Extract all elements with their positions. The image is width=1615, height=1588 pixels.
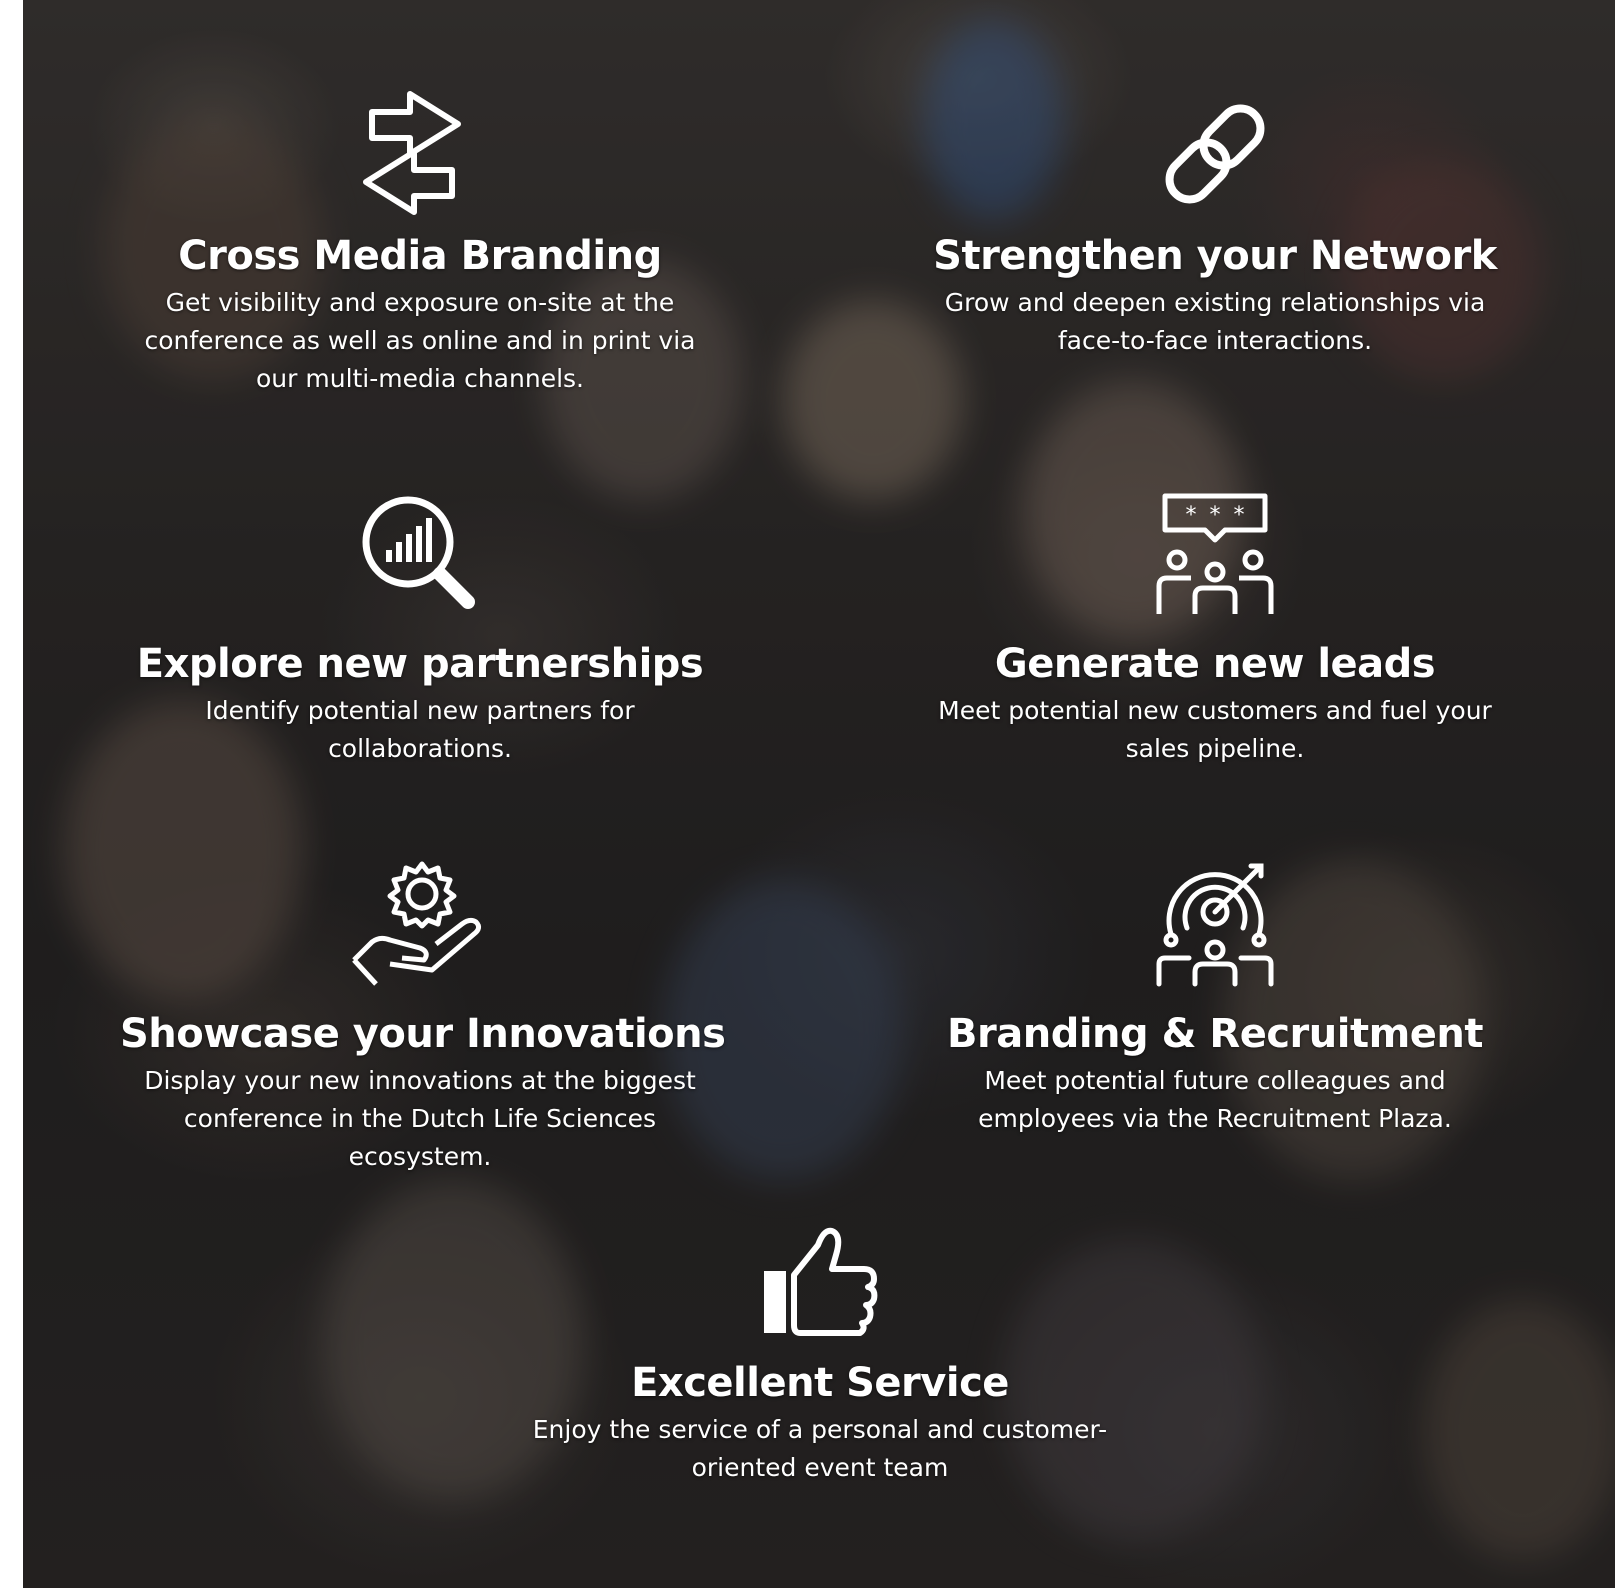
feature-description: Grow and deepen existing relationships v… <box>944 288 1486 355</box>
svg-text:*: * <box>1210 503 1221 528</box>
thumbs-up-icon <box>520 1225 1120 1337</box>
feature-description: Meet potential new customers and fuel yo… <box>938 696 1492 763</box>
feature-strengthen-network: Strengthen your Network Grow and deepen … <box>915 90 1515 360</box>
feature-description: Enjoy the service of a personal and cust… <box>532 1415 1108 1482</box>
feature-description: Meet potential future colleagues and emp… <box>978 1066 1452 1133</box>
feature-branding-recruitment: Branding & Recruitment Meet potential fu… <box>915 860 1515 1138</box>
magnifier-chart-icon <box>120 490 720 618</box>
feature-generate-leads: * * * Generate new leads Meet potential … <box>915 490 1515 768</box>
feature-title: Branding & Recruitment <box>947 1011 1483 1057</box>
svg-text:*: * <box>1234 503 1245 528</box>
feature-title: Explore new partnerships <box>136 641 704 687</box>
feature-cross-media-branding: Cross Media Branding Get visibility and … <box>120 90 720 398</box>
gear-hand-icon <box>120 860 720 988</box>
feature-title: Generate new leads <box>994 641 1436 687</box>
feature-showcase-innovations: Showcase your Innovations Display your n… <box>120 860 726 1176</box>
chain-link-icon <box>915 90 1515 218</box>
feature-description: Display your new innovations at the bigg… <box>144 1066 696 1171</box>
svg-text:*: * <box>1186 503 1197 528</box>
target-people-icon <box>915 860 1515 988</box>
group-review-icon: * * * <box>915 490 1515 618</box>
feature-excellent-service: Excellent Service Enjoy the service of a… <box>520 1225 1120 1487</box>
feature-title: Cross Media Branding <box>178 233 662 279</box>
feature-description: Identify potential new partners for coll… <box>205 696 635 763</box>
page-canvas: Cross Media Branding Get visibility and … <box>0 0 1615 1588</box>
feature-description: Get visibility and exposure on-site at t… <box>144 288 696 393</box>
feature-title: Showcase your Innovations <box>120 1011 726 1057</box>
arrows-exchange-icon <box>120 90 720 218</box>
feature-title: Excellent Service <box>631 1360 1009 1406</box>
feature-title: Strengthen your Network <box>933 233 1497 279</box>
feature-explore-partnerships: Explore new partnerships Identify potent… <box>120 490 720 768</box>
